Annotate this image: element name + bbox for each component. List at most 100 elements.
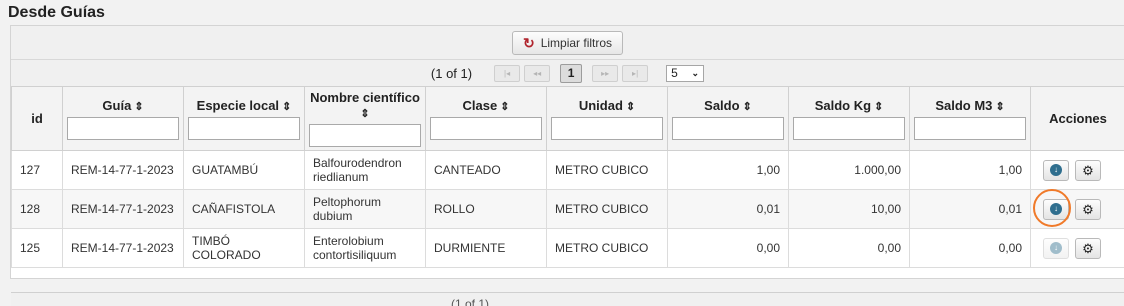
table-row: 127REM-14-77-1-2023GUATAMBÚBalfourodendr… (12, 151, 1124, 190)
table-row: 125REM-14-77-1-2023TIMBÓ COLORADOEnterol… (12, 229, 1124, 268)
column-label: Saldo (704, 98, 739, 113)
column-header-nombre[interactable]: Nombre científico ⇕ (305, 87, 426, 151)
column-header-saldo_kg[interactable]: Saldo Kg ⇕ (789, 87, 910, 151)
cell-guia: REM-14-77-1-2023 (63, 190, 184, 229)
cell-actions: ↓⚙ (1031, 190, 1124, 229)
rows-per-page-value: 5 (671, 66, 678, 80)
cell-id: 128 (12, 190, 63, 229)
column-header-clase[interactable]: Clase ⇕ (426, 87, 547, 151)
cell-especie: GUATAMBÚ (184, 151, 305, 190)
column-label: id (16, 111, 58, 126)
cell-saldo: 0,01 (668, 190, 789, 229)
settings-button[interactable]: ⚙ (1075, 199, 1101, 220)
first-page-button[interactable]: |◂ (494, 65, 520, 82)
cell-saldo-kg: 1.000,00 (789, 151, 910, 190)
column-header-acciones: Acciones (1031, 87, 1124, 151)
column-label: Saldo M3 (935, 98, 992, 113)
column-header-guia[interactable]: Guía ⇕ (63, 87, 184, 151)
page-report: (1 of 1) (431, 66, 472, 81)
page-number-button[interactable]: 1 (560, 64, 582, 83)
sort-icon[interactable]: ⇕ (497, 101, 509, 113)
next-page-button[interactable]: ▸▸ (592, 65, 618, 82)
last-page-button[interactable]: ▸| (622, 65, 648, 82)
guias-panel: ↻ Limpiar filtros (1 of 1) |◂ ◂◂ 1 ▸▸ ▸|… (10, 25, 1124, 279)
cell-saldo-m3: 0,00 (910, 229, 1031, 268)
cell-id: 125 (12, 229, 63, 268)
column-label: Unidad (579, 98, 623, 113)
sort-icon[interactable]: ⇕ (279, 101, 291, 113)
cell-saldo-kg: 0,00 (789, 229, 910, 268)
panel-title: Desde Guías (8, 4, 105, 22)
table-toolbar: ↻ Limpiar filtros (11, 26, 1124, 60)
gear-icon: ⚙ (1082, 242, 1094, 255)
download-button[interactable]: ↓ (1043, 199, 1069, 220)
prev-page-button[interactable]: ◂◂ (524, 65, 550, 82)
cell-actions: ↓⚙ (1031, 151, 1124, 190)
filter-input-especie[interactable] (188, 117, 300, 140)
column-label: Especie local (197, 98, 279, 113)
gear-icon: ⚙ (1082, 164, 1094, 177)
cell-unidad: METRO CUBICO (547, 151, 668, 190)
filter-input-saldo_m3[interactable] (914, 117, 1026, 140)
rows-per-page-select[interactable]: 5 ⌄ (666, 65, 704, 82)
filter-input-saldo[interactable] (672, 117, 784, 140)
column-header-saldo[interactable]: Saldo ⇕ (668, 87, 789, 151)
refresh-icon: ↻ (523, 36, 535, 50)
bottom-page-report: (1 of 1) (451, 297, 489, 306)
column-label: Saldo Kg (815, 98, 871, 113)
column-header-saldo_m3[interactable]: Saldo M3 ⇕ (910, 87, 1031, 151)
sort-icon[interactable]: ⇕ (871, 101, 883, 113)
filter-input-saldo_kg[interactable] (793, 117, 905, 140)
clear-filters-button[interactable]: ↻ Limpiar filtros (512, 31, 623, 55)
download-button: ↓ (1043, 238, 1069, 259)
cell-id: 127 (12, 151, 63, 190)
bottom-paginator: (1 of 1) (11, 292, 1124, 306)
sort-icon[interactable]: ⇕ (131, 101, 143, 113)
cell-actions: ↓⚙ (1031, 229, 1124, 268)
column-label: Acciones (1035, 111, 1121, 126)
cell-clase: CANTEADO (426, 151, 547, 190)
cell-unidad: METRO CUBICO (547, 229, 668, 268)
settings-button[interactable]: ⚙ (1075, 238, 1101, 259)
sort-icon[interactable]: ⇕ (740, 101, 752, 113)
cell-saldo-m3: 0,01 (910, 190, 1031, 229)
sort-icon[interactable]: ⇕ (360, 108, 369, 120)
cell-especie: TIMBÓ COLORADO (184, 229, 305, 268)
cell-saldo: 0,00 (668, 229, 789, 268)
cell-nombre: Peltophorum dubium (305, 190, 426, 229)
cell-saldo-kg: 10,00 (789, 190, 910, 229)
cell-guia: REM-14-77-1-2023 (63, 151, 184, 190)
table-row: 128REM-14-77-1-2023CAÑAFISTOLAPeltophoru… (12, 190, 1124, 229)
table-body: 127REM-14-77-1-2023GUATAMBÚBalfourodendr… (12, 151, 1124, 268)
filter-input-guia[interactable] (67, 117, 179, 140)
cell-guia: REM-14-77-1-2023 (63, 229, 184, 268)
filter-input-nombre[interactable] (309, 124, 421, 147)
cell-saldo: 1,00 (668, 151, 789, 190)
paginator: (1 of 1) |◂ ◂◂ 1 ▸▸ ▸| 5 ⌄ (11, 60, 1124, 87)
column-label: Clase (463, 98, 498, 113)
column-header-unidad[interactable]: Unidad ⇕ (547, 87, 668, 151)
cell-saldo-m3: 1,00 (910, 151, 1031, 190)
column-label: Nombre científico (310, 90, 420, 105)
column-header-id: id (12, 87, 63, 151)
column-label: Guía (102, 98, 131, 113)
header-row: idGuía ⇕Especie local ⇕Nombre científico… (12, 87, 1124, 151)
cell-clase: ROLLO (426, 190, 547, 229)
sort-icon[interactable]: ⇕ (992, 101, 1004, 113)
cell-nombre: Enterolobium contortisiliquum (305, 229, 426, 268)
arrow-down-circle-icon: ↓ (1050, 203, 1062, 215)
sort-icon[interactable]: ⇕ (623, 101, 635, 113)
settings-button[interactable]: ⚙ (1075, 160, 1101, 181)
download-button[interactable]: ↓ (1043, 160, 1069, 181)
chevron-down-icon: ⌄ (692, 68, 700, 79)
column-header-especie[interactable]: Especie local ⇕ (184, 87, 305, 151)
gear-icon: ⚙ (1082, 203, 1094, 216)
filter-input-unidad[interactable] (551, 117, 663, 140)
arrow-down-circle-icon: ↓ (1050, 164, 1062, 176)
clear-filters-label: Limpiar filtros (541, 36, 612, 50)
cell-especie: CAÑAFISTOLA (184, 190, 305, 229)
guias-table: idGuía ⇕Especie local ⇕Nombre científico… (11, 87, 1124, 268)
arrow-down-circle-icon: ↓ (1050, 242, 1062, 254)
filter-input-clase[interactable] (430, 117, 542, 140)
cell-unidad: METRO CUBICO (547, 190, 668, 229)
